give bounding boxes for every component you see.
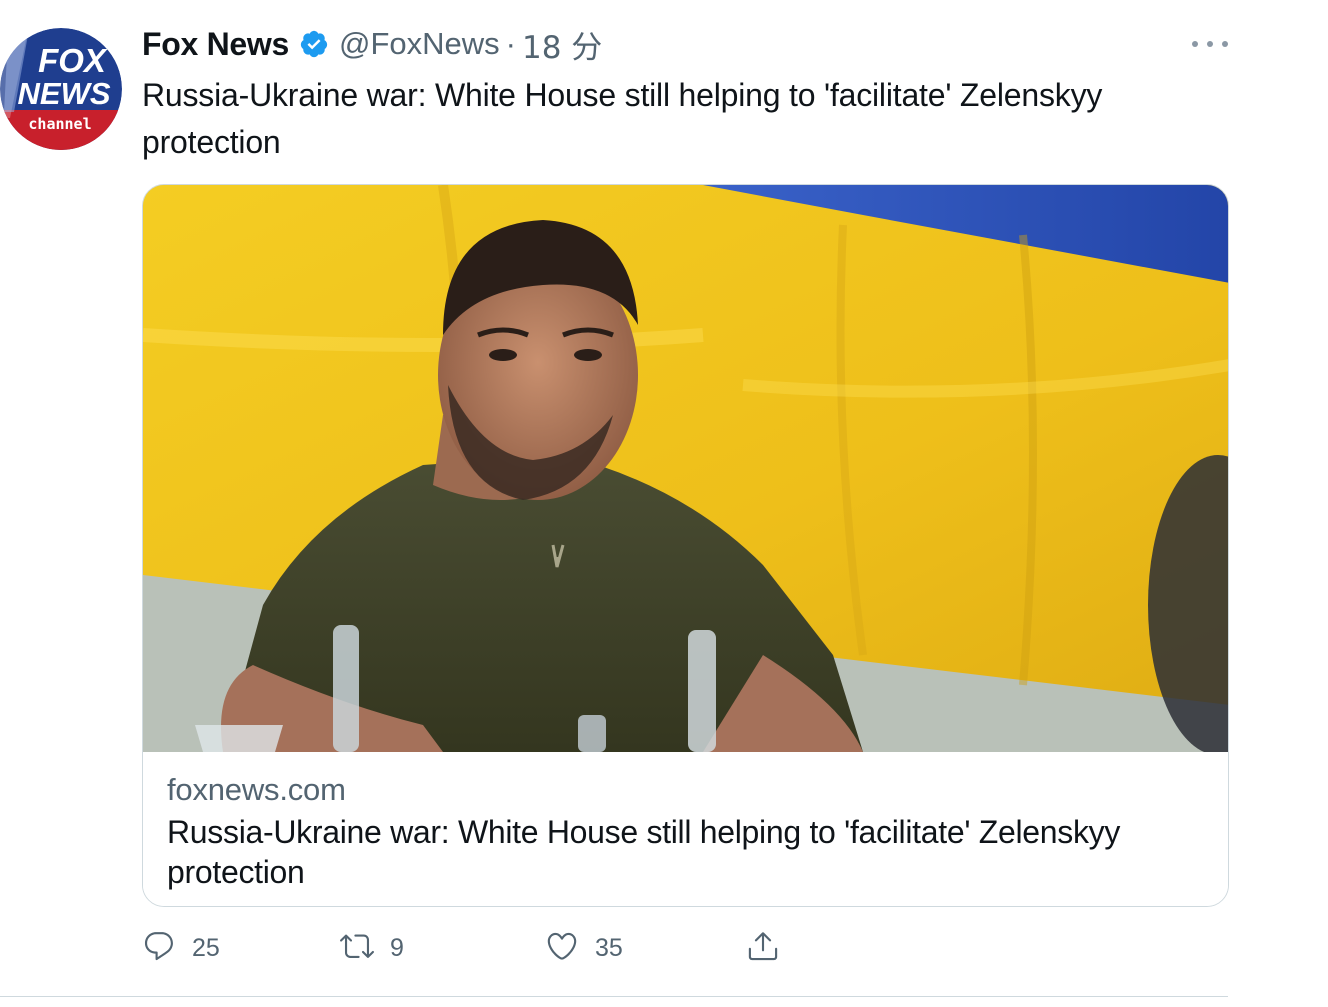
card-body[interactable]: foxnews.com Russia-Ukraine war: White Ho… xyxy=(143,752,1228,906)
retweet-count: 9 xyxy=(390,933,404,962)
tweet-divider xyxy=(0,996,1228,997)
svg-text:NEWS: NEWS xyxy=(18,76,111,111)
card-domain: foxnews.com xyxy=(167,772,346,807)
card-image[interactable] xyxy=(143,185,1228,752)
verified-badge-icon xyxy=(299,29,329,59)
photo-man-in-front-of-ukrainian-flag xyxy=(143,185,1228,752)
svg-text:channel: channel xyxy=(28,115,91,133)
reply-icon xyxy=(142,929,176,968)
more-icon[interactable] xyxy=(1192,30,1228,58)
heart-icon xyxy=(545,929,579,968)
share-button[interactable] xyxy=(746,926,780,970)
more-dot xyxy=(1207,41,1213,47)
author-avatar[interactable]: FOX NEWS channel xyxy=(0,28,122,150)
retweet-button[interactable]: 9 xyxy=(340,926,404,970)
tweet-text: Russia-Ukraine war: White House still he… xyxy=(142,77,1103,160)
share-icon xyxy=(746,929,780,968)
tweet-timestamp[interactable]: 18 分 xyxy=(522,22,602,67)
more-dot xyxy=(1222,41,1228,47)
reply-count: 25 xyxy=(192,933,220,962)
link-preview-card[interactable]: foxnews.com Russia-Ukraine war: White Ho… xyxy=(142,184,1229,907)
author-name[interactable]: Fox News xyxy=(142,26,289,63)
retweet-icon xyxy=(340,929,374,968)
fox-news-logo: FOX NEWS channel xyxy=(0,28,122,150)
svg-text:FOX: FOX xyxy=(38,42,108,79)
card-title: Russia-Ukraine war: White House still he… xyxy=(167,814,1121,890)
tweet-actions: 25 9 35 xyxy=(142,926,842,970)
reply-button[interactable]: 25 xyxy=(142,926,220,970)
header-separator: · xyxy=(505,26,516,61)
tweet-header: Fox News @FoxNews · 18 分 xyxy=(142,22,602,66)
like-button[interactable]: 35 xyxy=(545,926,623,970)
author-handle[interactable]: @FoxNews xyxy=(339,26,500,62)
like-count: 35 xyxy=(595,933,623,962)
more-dot xyxy=(1192,41,1198,47)
tweet[interactable]: FOX NEWS channel Fox News @FoxNews · 18 … xyxy=(0,0,1328,1007)
